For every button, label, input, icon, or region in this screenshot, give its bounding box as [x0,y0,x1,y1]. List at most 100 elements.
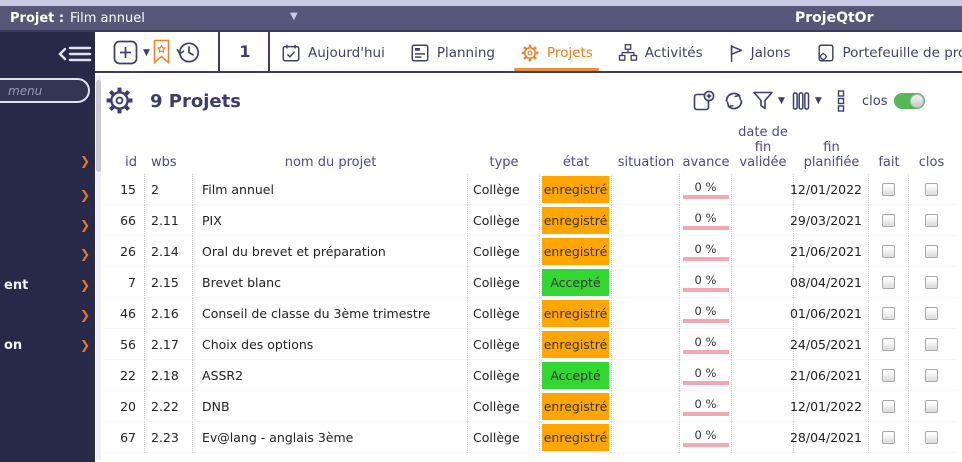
clos-checkbox[interactable] [925,431,938,444]
chevron-right-icon: ❯ [80,218,90,232]
clos-checkbox[interactable] [925,276,938,289]
sidebar-item-6[interactable]: ❯ [0,307,95,325]
fait-checkbox[interactable] [882,245,895,258]
tab-jalons[interactable]: Jalons [728,32,791,73]
cell-project-name[interactable]: Choix des options [193,329,468,360]
cell-project-name[interactable]: ASSR2 [193,360,468,391]
table-row[interactable]: 56 2.17 Choix des options Collège enregi… [105,329,955,360]
filter-caret-icon[interactable]: ▼ [778,96,785,106]
table-row[interactable]: 20 2.22 DNB Collège enregistré 0 % 12/01… [105,391,955,422]
fait-checkbox[interactable] [882,431,895,444]
tab-planning[interactable]: Planning [410,32,495,73]
status-badge: Accepté [542,269,609,296]
progress-value: 0 % [695,211,717,225]
fait-checkbox[interactable] [882,214,895,227]
header-id[interactable]: id [105,155,145,170]
fait-checkbox[interactable] [882,338,895,351]
clos-checkbox[interactable] [925,338,938,351]
tab-label: Projets [547,45,593,61]
cell-project-name[interactable]: Film annuel [193,174,468,205]
header-nom-du-projet[interactable]: nom du projet [193,155,468,170]
cell-date-fin-validee [732,391,794,422]
table-row[interactable]: 67 2.23 Ev@lang - anglais 3ème Collège e… [105,422,955,453]
cell-fait [869,360,909,391]
clos-toggle[interactable] [894,93,925,109]
page-title: 9 Projets [150,91,241,112]
tab-aujourdhui[interactable]: Aujourd'hui [281,32,385,73]
cell-situation [612,329,680,360]
chevron-right-icon: ❯ [80,154,90,168]
chevron-right-icon: ❯ [80,278,90,292]
clos-checkbox[interactable] [925,214,938,227]
header-fin-planifiee[interactable]: fin planifiée [794,140,869,170]
header-etat[interactable]: état [540,155,612,170]
sidebar-item-2[interactable]: ❯ [0,187,95,205]
cell-etat: enregistré [540,174,612,205]
clos-checkbox[interactable] [925,245,938,258]
add-dropdown-caret-icon[interactable]: ▼ [143,48,150,58]
history-clock-icon[interactable] [175,39,202,66]
clos-checkbox[interactable] [925,307,938,320]
table-row[interactable]: 7 2.15 Brevet blanc Collège Accepté 0 % … [105,267,955,298]
sidebar-item-4[interactable]: ❯ [0,246,95,264]
sidebar-item-7[interactable]: on❯ [0,337,95,355]
cell-type: Collège [468,174,540,205]
refresh-icon[interactable] [722,89,746,113]
fait-checkbox[interactable] [882,183,895,196]
sidebar-item-1[interactable]: ❯ [0,153,95,171]
header-situation[interactable]: situation [612,155,680,170]
sidebar-item-5[interactable]: ent ❯ [0,277,95,295]
filter-icon[interactable] [752,90,774,112]
table-row[interactable]: 26 2.14 Oral du brevet et préparation Co… [105,236,955,267]
status-badge: enregistré [542,176,609,203]
cell-clos [909,391,954,422]
cell-project-name[interactable]: Oral du brevet et préparation [193,236,468,267]
columns-caret-icon[interactable]: ▼ [815,96,822,106]
content-scrollbar-thumb[interactable] [96,80,101,172]
columns-icon[interactable] [791,90,811,112]
table-row[interactable]: 46 2.16 Conseil de classe du 3ème trimes… [105,298,955,329]
clos-checkbox[interactable] [925,369,938,382]
fait-checkbox[interactable] [882,369,895,382]
clos-checkbox[interactable] [925,183,938,196]
clos-checkbox[interactable] [925,400,938,413]
add-report-icon[interactable] [692,89,716,113]
cell-project-name[interactable]: PIX [193,205,468,236]
cell-fin-planifiee: 24/05/2021 [794,329,869,360]
cell-situation [612,174,680,205]
header-type[interactable]: type [468,155,540,170]
cell-situation [612,236,680,267]
cell-situation [612,298,680,329]
cell-project-name[interactable]: Ev@lang - anglais 3ème [193,422,468,453]
header-fait[interactable]: fait [869,155,909,170]
cell-fait [869,298,909,329]
table-header: id wbs nom du projet type état situation… [105,117,955,173]
sidebar-item-3[interactable]: ❯ [0,217,95,235]
header-date-fin-validee[interactable]: date de fin validée [732,125,794,170]
project-select-caret-icon[interactable]: ▼ [290,11,298,22]
more-options-icon[interactable] [836,89,846,113]
cell-project-name[interactable]: DNB [193,391,468,422]
header-clos[interactable]: clos [909,155,954,170]
add-button[interactable] [113,40,138,65]
tab-projets[interactable]: Projets [520,32,593,73]
fait-checkbox[interactable] [882,400,895,413]
fait-checkbox[interactable] [882,276,895,289]
bookmark-star-icon[interactable] [152,39,171,65]
cell-type: Collège [468,205,540,236]
cell-wbs: 2.16 [145,298,193,329]
flag-icon [728,42,744,64]
cell-project-name[interactable]: Conseil de classe du 3ème trimestre [193,298,468,329]
sidebar-item-label: ent [4,278,28,293]
table-row[interactable]: 22 2.18 ASSR2 Collège Accepté 0 % 21/06/… [105,360,955,391]
fait-checkbox[interactable] [882,307,895,320]
header-wbs[interactable]: wbs [145,155,193,170]
header-avance[interactable]: avance [680,155,732,170]
table-row[interactable]: 15 2 Film annuel Collège enregistré 0 % … [105,174,955,205]
table-row[interactable]: 66 2.11 PIX Collège enregistré 0 % 29/03… [105,205,955,236]
cell-id: 7 [105,267,145,298]
tab-activites[interactable]: Activités [618,32,703,73]
tab-portefeuille[interactable]: Portefeuille de projets [816,32,962,73]
project-select-value[interactable]: Film annuel [70,11,145,26]
cell-project-name[interactable]: Brevet blanc [193,267,468,298]
